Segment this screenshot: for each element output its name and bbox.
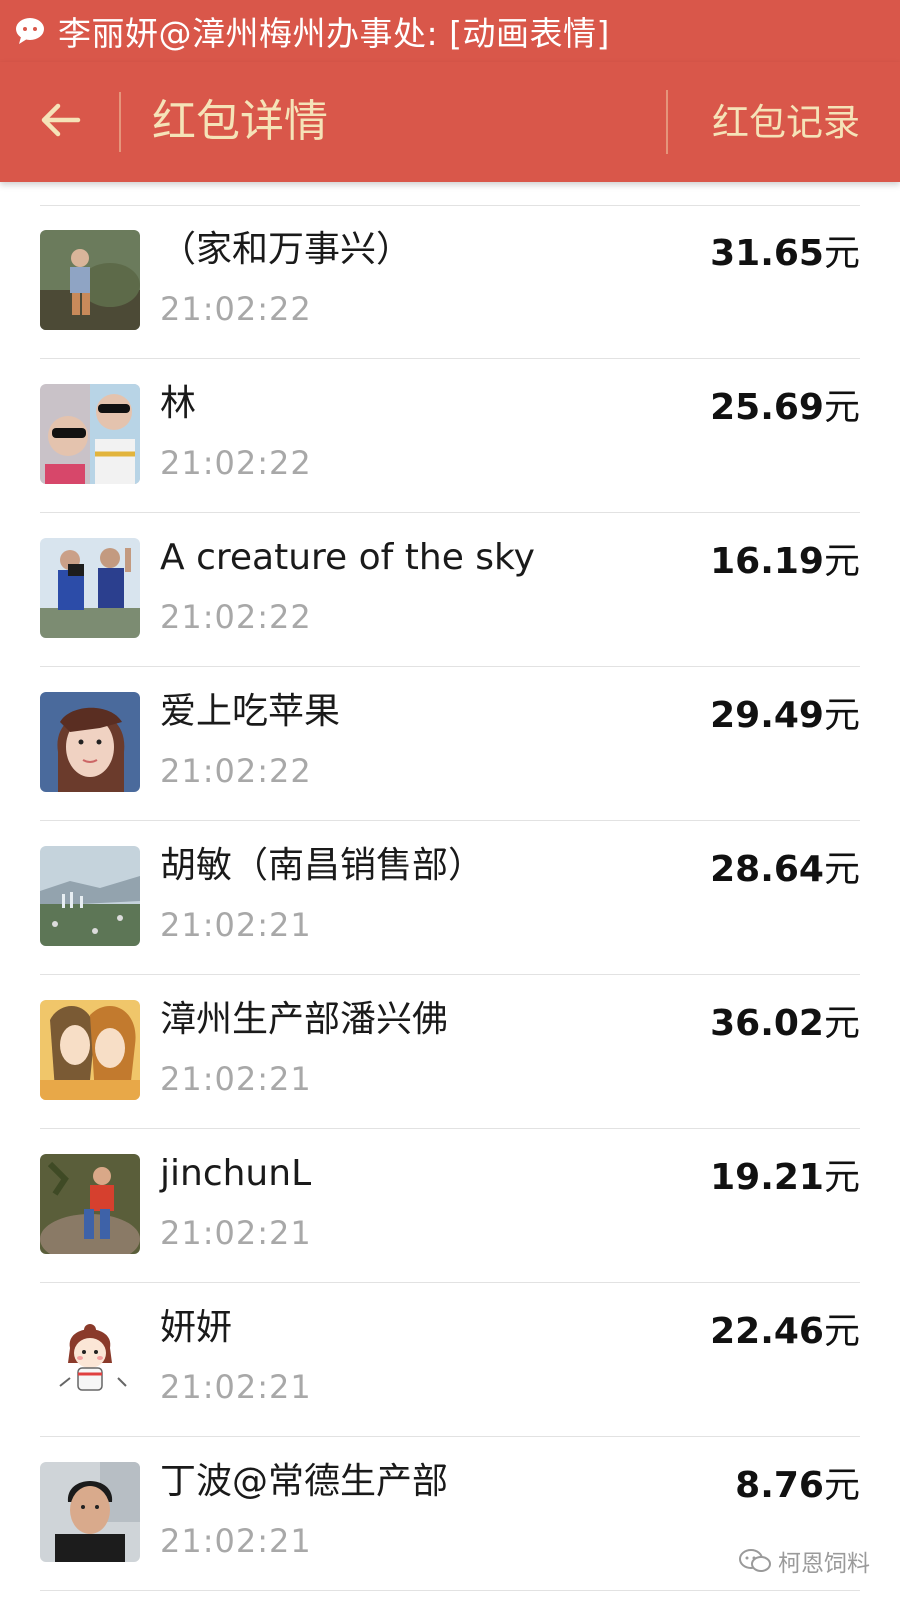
amount-value: 31.65 xyxy=(710,233,824,274)
recipient-name: 胡敏（南昌销售部） xyxy=(160,845,485,886)
header-divider-left xyxy=(119,92,121,152)
receive-time: 21:02:21 xyxy=(160,1522,312,1560)
recipient-name: A creature of the sky xyxy=(160,537,535,578)
amount-value: 22.46 xyxy=(710,1311,824,1352)
amount: 36.02元 xyxy=(710,999,860,1049)
avatar[interactable] xyxy=(40,538,140,638)
recipient-name: 林 xyxy=(160,383,197,424)
avatar[interactable] xyxy=(40,846,140,946)
currency-unit: 元 xyxy=(823,1003,860,1044)
wechat-icon xyxy=(738,1548,772,1574)
avatar[interactable] xyxy=(40,1462,140,1562)
recipient-name: （家和万事兴） xyxy=(160,229,413,270)
amount: 25.69元 xyxy=(710,383,860,433)
list-item[interactable]: （家和万事兴） 21:02:22 31.65元 xyxy=(0,205,900,359)
list-item[interactable]: 漳州生产部潘兴佛 21:02:21 36.02元 xyxy=(0,975,900,1129)
watermark: 柯恩饲料 xyxy=(738,1544,870,1578)
back-button[interactable] xyxy=(30,92,90,152)
red-packet-records-link[interactable]: 红包记录 xyxy=(712,96,860,150)
receive-time: 21:02:22 xyxy=(160,752,312,790)
header-divider-right xyxy=(666,90,668,154)
receive-time: 21:02:21 xyxy=(160,906,312,944)
currency-unit: 元 xyxy=(823,541,860,582)
amount: 31.65元 xyxy=(710,229,860,279)
status-bar: 李丽妍@漳州梅州办事处: [动画表情] xyxy=(0,0,900,62)
row-divider xyxy=(40,1590,860,1591)
amount: 8.76元 xyxy=(735,1461,860,1511)
amount: 19.21元 xyxy=(710,1153,860,1203)
recipient-name: 丁波@常德生产部 xyxy=(160,1461,449,1502)
receive-time: 21:02:22 xyxy=(160,290,312,328)
recipient-name: 爱上吃苹果 xyxy=(160,691,341,732)
receive-time: 21:02:21 xyxy=(160,1368,312,1406)
list-item[interactable]: A creature of the sky 21:02:22 16.19元 xyxy=(0,513,900,667)
amount: 28.64元 xyxy=(710,845,860,895)
list-item[interactable]: jinchunL 21:02:21 19.21元 xyxy=(0,1129,900,1283)
back-arrow-icon xyxy=(38,98,82,146)
header-bar: 红包详情 红包记录 xyxy=(0,62,900,182)
list-item[interactable]: 爱上吃苹果 21:02:22 29.49元 xyxy=(0,667,900,821)
currency-unit: 元 xyxy=(823,1311,860,1352)
amount-value: 36.02 xyxy=(710,1003,824,1044)
amount-value: 8.76 xyxy=(735,1465,824,1506)
recipient-name: 妍妍 xyxy=(160,1307,233,1348)
avatar[interactable] xyxy=(40,1308,140,1408)
currency-unit: 元 xyxy=(823,695,860,736)
amount-value: 25.69 xyxy=(710,387,824,428)
avatar[interactable] xyxy=(40,692,140,792)
receive-time: 21:02:21 xyxy=(160,1214,312,1252)
amount: 16.19元 xyxy=(710,537,860,587)
receive-time: 21:02:21 xyxy=(160,1060,312,1098)
currency-unit: 元 xyxy=(823,1465,860,1506)
amount-value: 19.21 xyxy=(710,1157,824,1198)
avatar[interactable] xyxy=(40,1000,140,1100)
receive-time: 21:02:22 xyxy=(160,444,312,482)
avatar[interactable] xyxy=(40,1154,140,1254)
recipient-name: jinchunL xyxy=(160,1153,312,1194)
currency-unit: 元 xyxy=(823,849,860,890)
avatar[interactable] xyxy=(40,230,140,330)
page-title: 红包详情 xyxy=(152,96,328,147)
currency-unit: 元 xyxy=(823,233,860,274)
avatar[interactable] xyxy=(40,384,140,484)
watermark-text: 柯恩饲料 xyxy=(778,1551,870,1577)
amount: 22.46元 xyxy=(710,1307,860,1357)
currency-unit: 元 xyxy=(823,1157,860,1198)
list-item[interactable]: 妍妍 21:02:21 22.46元 xyxy=(0,1283,900,1437)
amount-value: 28.64 xyxy=(710,849,824,890)
receive-time: 21:02:22 xyxy=(160,598,312,636)
recipient-name: 漳州生产部潘兴佛 xyxy=(160,999,449,1040)
notification-text[interactable]: 李丽妍@漳州梅州办事处: [动画表情] xyxy=(58,7,610,55)
amount-value: 29.49 xyxy=(710,695,824,736)
amount-value: 16.19 xyxy=(710,541,824,582)
amount: 29.49元 xyxy=(710,691,860,741)
wechat-icon xyxy=(14,13,50,49)
currency-unit: 元 xyxy=(823,387,860,428)
list-item[interactable]: 林 21:02:22 25.69元 xyxy=(0,359,900,513)
list-item[interactable]: 胡敏（南昌销售部） 21:02:21 28.64元 xyxy=(0,821,900,975)
